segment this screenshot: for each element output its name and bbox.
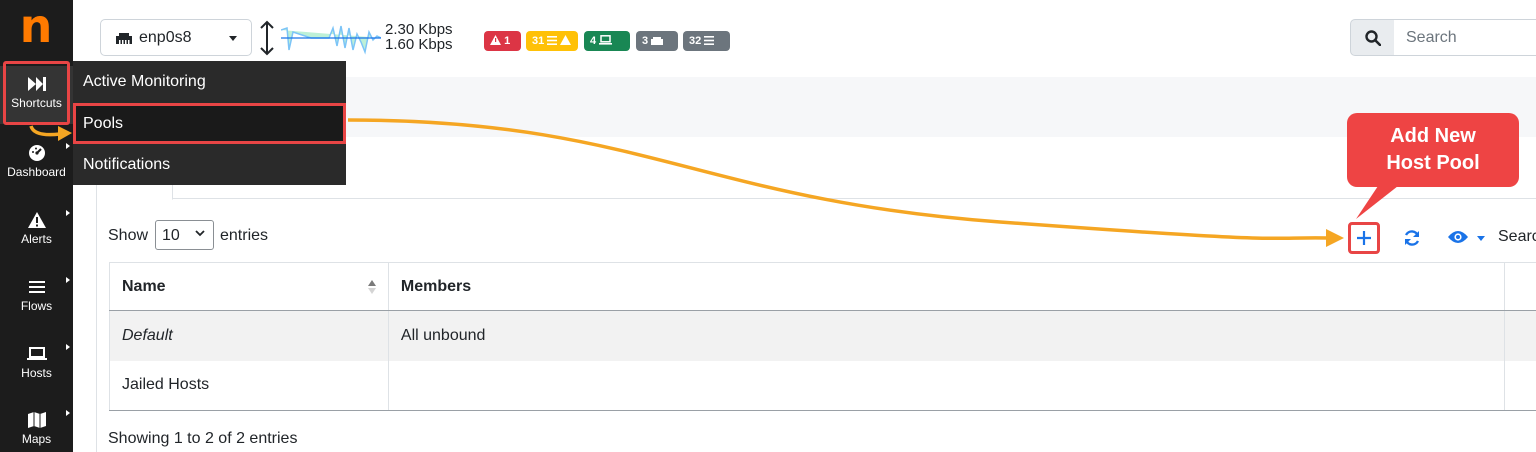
show-label: Show xyxy=(108,227,149,244)
column-header-members[interactable]: Members xyxy=(387,262,1505,311)
laptop-icon xyxy=(26,347,47,360)
map-icon xyxy=(27,412,46,428)
laptop-icon xyxy=(599,35,613,45)
sidebar-item-dashboard[interactable]: Dashboard xyxy=(0,135,73,193)
ntopng-logo[interactable]: n xyxy=(14,3,58,54)
table-search-label: Searc xyxy=(1498,228,1536,245)
pools-table: Name Members Default All unbound Jailed … xyxy=(109,262,1536,411)
callout-line-1: Add New xyxy=(1390,125,1476,147)
download-rate: 1.60 Kbps xyxy=(385,36,453,53)
warning-icon xyxy=(560,35,572,45)
callout-line-2: Host Pool xyxy=(1386,152,1480,174)
eye-icon[interactable] xyxy=(1447,229,1469,245)
interface-name: enp0s8 xyxy=(139,29,192,46)
bars-icon xyxy=(547,36,558,45)
bars-icon xyxy=(28,281,45,293)
caret-down-icon[interactable] xyxy=(1477,236,1485,241)
page-size-value: 10 xyxy=(162,227,180,244)
flows-badge[interactable]: 32 xyxy=(683,31,730,51)
traffic-sparkline xyxy=(281,25,381,55)
chevron-right-icon xyxy=(66,344,70,350)
upload-rate: 2.30 Kbps xyxy=(385,21,453,38)
traffic-rates: 2.30 Kbps 1.60 Kbps xyxy=(385,22,453,52)
entries-label: entries xyxy=(220,227,269,244)
sidebar-item-flows[interactable]: Flows xyxy=(0,269,73,327)
menu-item-notifications[interactable]: Notifications xyxy=(73,144,346,185)
warning-icon xyxy=(490,35,501,45)
gauge-icon xyxy=(28,145,45,161)
sort-icon xyxy=(367,280,376,294)
column-header-actions xyxy=(1504,262,1536,311)
bars-icon xyxy=(704,36,715,45)
sidebar-item-label: Hosts xyxy=(21,366,52,380)
interface-selector[interactable]: enp0s8 xyxy=(100,19,252,56)
page-size-select[interactable]: 10 xyxy=(155,220,214,250)
sidebar-item-label: Maps xyxy=(21,432,52,446)
flow-alerts-badge[interactable]: 31 xyxy=(526,31,578,51)
devices-badge[interactable]: 3 xyxy=(636,31,678,51)
pool-name-cell: Jailed Hosts xyxy=(109,360,389,411)
add-pool-button[interactable] xyxy=(1348,222,1380,254)
chevron-down-icon xyxy=(195,230,205,237)
pool-members-cell: All unbound xyxy=(387,310,1505,361)
refresh-icon[interactable] xyxy=(1403,229,1421,247)
sidebar-item-label: Dashboard xyxy=(7,165,66,179)
pool-actions-cell xyxy=(1504,360,1536,411)
hosts-badge[interactable]: 4 xyxy=(584,31,630,51)
warning-icon xyxy=(27,212,46,228)
search-icon xyxy=(1365,30,1381,46)
search-button[interactable] xyxy=(1350,19,1395,56)
ethernet-icon xyxy=(651,37,664,45)
pool-actions-cell xyxy=(1504,310,1536,361)
chevron-right-icon xyxy=(66,277,70,283)
pool-members-cell xyxy=(387,360,1505,411)
chevron-right-icon xyxy=(66,210,70,216)
table-row: Default All unbound xyxy=(109,310,1536,361)
alerts-badge[interactable]: 1 xyxy=(484,31,521,51)
search-input[interactable] xyxy=(1394,19,1536,56)
column-header-name[interactable]: Name xyxy=(109,262,389,311)
sidebar-item-label: Flows xyxy=(20,299,53,313)
sidebar-item-maps[interactable]: Maps xyxy=(0,402,73,452)
chevron-right-icon xyxy=(66,410,70,416)
table-header-row: Name Members xyxy=(109,262,1536,311)
sidebar-item-alerts[interactable]: Alerts xyxy=(0,202,73,260)
updown-arrows-icon xyxy=(260,20,274,56)
shortcuts-highlight-box xyxy=(3,61,70,125)
menu-item-pools[interactable]: Pools xyxy=(73,103,346,144)
pool-name-cell: Default xyxy=(109,310,389,361)
plus-icon xyxy=(1357,231,1371,245)
global-search xyxy=(1350,19,1536,56)
sidebar-item-hosts[interactable]: Hosts xyxy=(0,336,73,394)
table-row: Jailed Hosts xyxy=(109,360,1536,411)
shortcuts-menu: Active Monitoring Pools Notifications xyxy=(73,61,346,185)
chevron-right-icon xyxy=(66,143,70,149)
add-host-pool-callout: Add New Host Pool xyxy=(1347,113,1519,187)
sidebar-item-label: Alerts xyxy=(21,232,52,246)
caret-down-icon xyxy=(229,36,237,41)
table-info: Showing 1 to 2 of 2 entries xyxy=(108,430,298,447)
menu-item-active-monitoring[interactable]: Active Monitoring xyxy=(73,61,346,102)
ethernet-icon xyxy=(116,33,132,44)
